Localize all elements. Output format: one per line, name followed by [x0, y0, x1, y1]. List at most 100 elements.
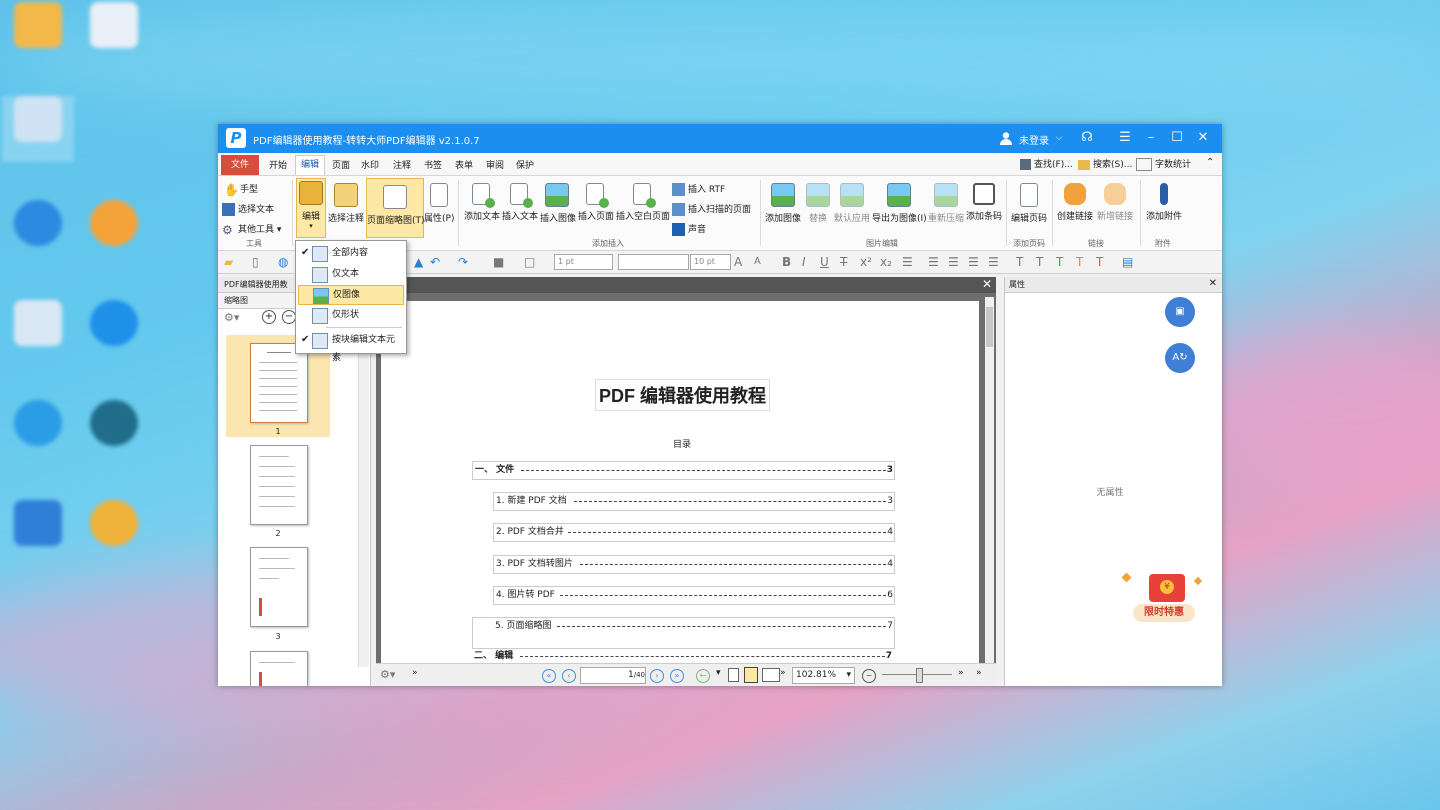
back-icon[interactable]: ← — [696, 669, 710, 683]
previous-page-icon[interactable]: ‹ — [562, 669, 576, 683]
export-image-button[interactable]: 导出为图像(I) — [872, 181, 927, 224]
zoom-in-thumbnail-icon[interactable]: + — [262, 310, 276, 324]
insert-rtf-button[interactable]: 插入 RTF — [672, 182, 725, 196]
page-thumbnail-button[interactable]: 页面缩略图(T) — [366, 178, 425, 238]
tab-annotate[interactable]: 注释 — [393, 158, 411, 171]
page-number-input[interactable]: 1/40 — [580, 667, 646, 684]
add-barcode-button[interactable]: 添加条码 — [966, 181, 1002, 222]
underline-icon[interactable]: U — [820, 255, 829, 269]
menu-item-image-only[interactable]: 仅图像 — [298, 285, 404, 305]
promo-badge[interactable]: ¥ 限时特惠 — [1119, 570, 1211, 632]
toc-entry[interactable]: 4. 图片转 PDF 6 — [493, 586, 895, 605]
chevron-down-icon[interactable]: ▾ — [716, 668, 721, 678]
expand-chevron-icon[interactable]: » — [958, 668, 964, 678]
indent-icon[interactable]: ☰ — [902, 255, 913, 269]
tab-page[interactable]: 页面 — [332, 158, 350, 171]
tab-review[interactable]: 审阅 — [486, 158, 504, 171]
tab-form[interactable]: 表单 — [455, 158, 473, 171]
toc-entry[interactable]: 2. PDF 文档合并 4 — [493, 523, 895, 542]
close-document-icon[interactable]: ✕ — [982, 277, 992, 291]
user-avatar-icon[interactable] — [999, 131, 1013, 145]
desktop-icon[interactable] — [2, 2, 74, 52]
page-thumbnail[interactable] — [250, 343, 308, 423]
recompress-button[interactable]: 重新压缩 — [928, 181, 964, 224]
text-style-icon[interactable]: T — [1016, 255, 1023, 269]
text-style-icon[interactable]: T — [1076, 255, 1083, 269]
expand-chevron-icon[interactable]: » — [780, 668, 786, 678]
menu-item-shape-only[interactable]: 仅形状 — [298, 306, 402, 324]
tab-start[interactable]: 开始 — [269, 158, 287, 171]
support-headset-icon[interactable]: ☊ — [1078, 130, 1096, 146]
stroke-color-icon[interactable]: □ — [524, 255, 535, 269]
desktop-icon[interactable] — [78, 200, 150, 250]
continuous-page-icon[interactable] — [744, 667, 758, 683]
font-size-select[interactable]: 10 pt — [690, 254, 731, 270]
scrollbar-thumb[interactable] — [986, 307, 993, 347]
desktop-icon[interactable] — [2, 300, 74, 350]
new-document-icon[interactable]: ▯ — [252, 255, 259, 269]
edit-page-number-button[interactable]: 编辑页码 — [1011, 181, 1047, 224]
desktop-icon[interactable] — [78, 500, 150, 550]
select-text-tool[interactable]: 选择文本 — [222, 202, 274, 216]
page-thumbnail[interactable] — [250, 547, 308, 627]
tab-bookmark[interactable]: 书签 — [424, 158, 442, 171]
subscript-icon[interactable]: x₂ — [880, 255, 892, 269]
expand-chevron-icon[interactable]: » — [412, 668, 418, 678]
expand-chevron-icon[interactable]: » — [976, 668, 982, 678]
add-text-button[interactable]: 添加文本 — [464, 181, 500, 222]
word-convert-icon[interactable]: ▣ — [1165, 297, 1195, 327]
zoom-slider-handle[interactable] — [916, 668, 923, 683]
document-scrollbar[interactable] — [985, 297, 994, 663]
menu-item-all-content[interactable]: ✔ 全部内容 — [298, 244, 402, 262]
last-page-icon[interactable]: » — [670, 669, 684, 683]
close-panel-icon[interactable]: ✕ — [1209, 278, 1217, 289]
find-button[interactable]: 查找(F)... — [1020, 157, 1073, 170]
insert-image-button[interactable]: 插入图像 — [540, 181, 576, 224]
add-attachment-button[interactable]: 添加附件 — [1144, 181, 1184, 222]
hand-tool[interactable]: ✋手型 — [224, 182, 258, 197]
increase-font-icon[interactable]: A — [734, 255, 742, 269]
desktop-icon[interactable] — [2, 500, 74, 550]
new-link-button[interactable]: 新增链接 — [1095, 181, 1135, 222]
edit-button[interactable]: 编辑 ▾ — [296, 178, 326, 238]
chevron-down-icon[interactable]: ⌵ — [1050, 130, 1068, 146]
text-style-icon[interactable]: T — [1036, 255, 1043, 269]
undo-icon[interactable]: ↶ — [430, 255, 440, 269]
desktop-icon[interactable] — [78, 2, 150, 52]
close-button[interactable]: ✕ — [1194, 130, 1212, 146]
tab-protect[interactable]: 保护 — [516, 158, 534, 171]
first-page-icon[interactable]: « — [542, 669, 556, 683]
zoom-out-thumbnail-icon[interactable]: − — [282, 310, 296, 324]
tab-file[interactable]: 文件 — [221, 155, 259, 175]
view-settings-icon[interactable]: ⚙▾ — [380, 668, 395, 681]
insert-text-button[interactable]: 插入文本 — [502, 181, 538, 222]
insert-scan-button[interactable]: 插入扫描的页面 — [672, 202, 751, 216]
text-color-icon[interactable]: ▲ — [414, 255, 423, 269]
desktop-icon[interactable] — [78, 400, 150, 450]
select-annotation-button[interactable]: 选择注释 — [328, 181, 364, 224]
desktop-icon[interactable] — [2, 200, 74, 250]
two-page-icon[interactable] — [762, 668, 780, 682]
sound-button[interactable]: 声音 — [672, 222, 706, 236]
default-apply-button[interactable]: 默认应用 — [834, 181, 870, 224]
document-settings-icon[interactable]: ▤ — [1122, 255, 1133, 269]
search-button[interactable]: 搜索(S)... — [1078, 157, 1132, 170]
word-count-button[interactable]: 字数统计 — [1136, 157, 1191, 171]
login-status[interactable]: 未登录 — [1019, 132, 1049, 147]
minimize-button[interactable]: – — [1142, 130, 1160, 146]
collapse-ribbon-icon[interactable]: ⌃ — [1206, 157, 1214, 168]
tab-watermark[interactable]: 水印 — [361, 158, 379, 171]
decrease-font-icon[interactable]: A — [754, 255, 761, 269]
page-thumbnail[interactable] — [250, 651, 308, 686]
zoom-out-icon[interactable]: − — [862, 669, 876, 683]
other-tools-dropdown[interactable]: ⚙ 其他工具 ▾ — [222, 222, 281, 237]
globe-icon[interactable]: ◍ — [278, 255, 288, 269]
desktop-icon[interactable] — [2, 400, 74, 450]
strikethrough-icon[interactable]: T — [840, 255, 847, 269]
replace-button[interactable]: 替换 — [806, 181, 830, 224]
menu-item-block-edit[interactable]: ✔ 按块编辑文本元素 — [298, 331, 402, 363]
menu-item-text-only[interactable]: 仅文本 — [298, 265, 402, 283]
desktop-icon[interactable] — [78, 300, 150, 350]
create-link-button[interactable]: 创建链接 — [1056, 181, 1094, 222]
next-page-icon[interactable]: › — [650, 669, 664, 683]
